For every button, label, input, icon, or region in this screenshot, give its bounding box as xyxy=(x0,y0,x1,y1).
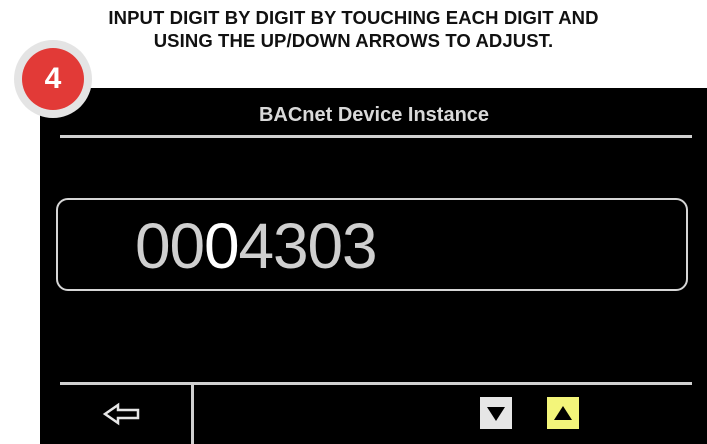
back-divider xyxy=(191,385,194,444)
digit-4[interactable]: 4 xyxy=(239,212,275,280)
digit-entry: 0 0 0 4 3 0 3 xyxy=(135,212,378,280)
step-number: 4 xyxy=(22,48,84,110)
down-button[interactable] xyxy=(480,397,512,429)
digit-2[interactable]: 0 xyxy=(170,212,206,280)
bottom-divider xyxy=(60,382,692,385)
up-triangle-icon xyxy=(554,406,572,420)
screen-title: BACnet Device Instance xyxy=(258,104,490,126)
device-screen: BACnet Device Instance 0 0 0 4 3 0 3 xyxy=(40,88,707,444)
top-divider xyxy=(60,135,692,138)
digit-7[interactable]: 3 xyxy=(342,212,378,280)
instruction-text: INPUT DIGIT BY DIGIT BY TOUCHING EACH DI… xyxy=(0,6,707,52)
instruction-line-1: INPUT DIGIT BY DIGIT BY TOUCHING EACH DI… xyxy=(108,7,599,28)
down-triangle-icon xyxy=(487,407,505,421)
up-button[interactable] xyxy=(547,397,579,429)
instruction-line-2: USING THE UP/DOWN ARROWS TO ADJUST. xyxy=(153,30,554,51)
digit-1[interactable]: 0 xyxy=(135,212,171,280)
digit-5[interactable]: 3 xyxy=(273,212,309,280)
digit-6[interactable]: 0 xyxy=(308,212,344,280)
step-badge: 4 xyxy=(14,40,92,118)
back-arrow-icon[interactable] xyxy=(102,402,162,426)
digit-3-selected[interactable]: 0 xyxy=(204,212,240,280)
